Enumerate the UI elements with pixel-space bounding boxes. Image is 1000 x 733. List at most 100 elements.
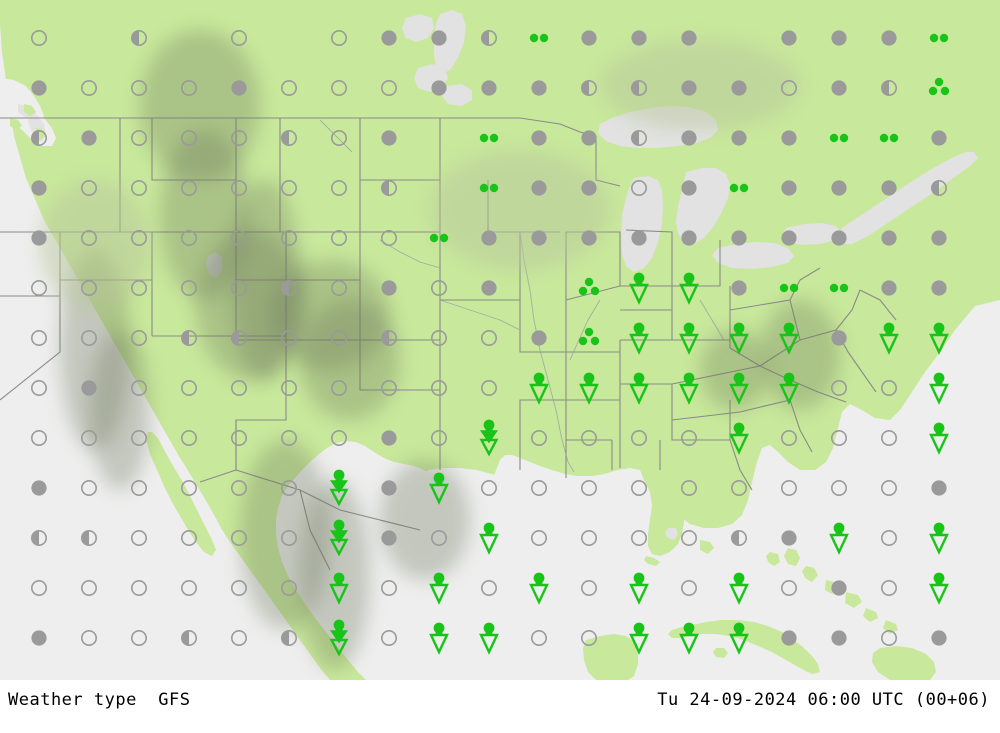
clear-sky-circle-icon xyxy=(228,227,250,249)
rain-shower-single-triangle-icon xyxy=(426,571,452,605)
overcast-circle-icon xyxy=(778,527,800,549)
overcast-circle-icon xyxy=(478,77,500,99)
overcast-circle-icon xyxy=(878,277,900,299)
overcast-circle-icon xyxy=(78,127,100,149)
overcast-circle-icon xyxy=(28,77,50,99)
rain-shower-single-triangle-icon xyxy=(576,371,602,405)
clear-sky-circle-icon xyxy=(128,427,150,449)
clear-sky-circle-icon xyxy=(228,127,250,149)
clear-sky-circle-icon xyxy=(78,477,100,499)
clear-sky-circle-icon xyxy=(678,577,700,599)
clear-sky-circle-icon xyxy=(578,527,600,549)
overcast-circle-icon xyxy=(728,127,750,149)
clear-sky-circle-icon xyxy=(728,477,750,499)
clear-sky-circle-icon xyxy=(478,577,500,599)
heavy-rain-shower-double-triangle-icon xyxy=(326,469,352,507)
forecast-map[interactable] xyxy=(0,0,1000,680)
overcast-circle-icon xyxy=(478,227,500,249)
clear-sky-circle-icon xyxy=(628,427,650,449)
overcast-circle-icon xyxy=(828,577,850,599)
overcast-circle-icon xyxy=(828,27,850,49)
overcast-circle-icon xyxy=(878,177,900,199)
clear-sky-circle-icon xyxy=(528,627,550,649)
clear-sky-circle-icon xyxy=(328,327,350,349)
rain-shower-single-triangle-icon xyxy=(476,621,502,655)
clear-sky-circle-icon xyxy=(278,327,300,349)
light-drizzle-two-dots-icon xyxy=(526,30,552,46)
rain-shower-single-triangle-icon xyxy=(676,271,702,305)
clear-sky-circle-icon xyxy=(178,177,200,199)
overcast-circle-icon xyxy=(478,277,500,299)
rain-shower-single-triangle-icon xyxy=(476,521,502,555)
partly-cloudy-circle-icon xyxy=(728,527,750,549)
overcast-circle-icon xyxy=(528,177,550,199)
rain-shower-single-triangle-icon xyxy=(526,371,552,405)
clear-sky-circle-icon xyxy=(528,477,550,499)
overcast-circle-icon xyxy=(778,177,800,199)
partly-cloudy-circle-icon xyxy=(928,177,950,199)
overcast-circle-icon xyxy=(678,27,700,49)
moderate-drizzle-three-dots-icon xyxy=(576,325,602,351)
clear-sky-circle-icon xyxy=(828,427,850,449)
overcast-circle-icon xyxy=(728,227,750,249)
overcast-circle-icon xyxy=(828,227,850,249)
overcast-circle-icon xyxy=(578,127,600,149)
partly-cloudy-circle-icon xyxy=(478,27,500,49)
clear-sky-circle-icon xyxy=(228,277,250,299)
clear-sky-circle-icon xyxy=(78,177,100,199)
overcast-circle-icon xyxy=(28,227,50,249)
map-footer: Weather type GFS Tu 24-09-2024 06:00 UTC… xyxy=(0,680,1000,733)
clear-sky-circle-icon xyxy=(28,277,50,299)
rain-shower-single-triangle-icon xyxy=(726,571,752,605)
overcast-circle-icon xyxy=(928,277,950,299)
overcast-circle-icon xyxy=(578,227,600,249)
overcast-circle-icon xyxy=(528,327,550,349)
rain-shower-single-triangle-icon xyxy=(626,321,652,355)
rain-shower-single-triangle-icon xyxy=(726,371,752,405)
partly-cloudy-circle-icon xyxy=(28,127,50,149)
parameter-label: Weather type GFS xyxy=(8,690,191,710)
rain-shower-single-triangle-icon xyxy=(926,521,952,555)
overcast-circle-icon xyxy=(828,77,850,99)
clear-sky-circle-icon xyxy=(328,27,350,49)
clear-sky-circle-icon xyxy=(328,177,350,199)
clear-sky-circle-icon xyxy=(628,527,650,549)
overcast-circle-icon xyxy=(878,227,900,249)
overcast-circle-icon xyxy=(728,77,750,99)
clear-sky-circle-icon xyxy=(228,527,250,549)
rain-shower-single-triangle-icon xyxy=(726,321,752,355)
clear-sky-circle-icon xyxy=(578,427,600,449)
clear-sky-circle-icon xyxy=(428,327,450,349)
clear-sky-circle-icon xyxy=(778,77,800,99)
overcast-circle-icon xyxy=(528,227,550,249)
clear-sky-circle-icon xyxy=(128,177,150,199)
clear-sky-circle-icon xyxy=(778,577,800,599)
overcast-circle-icon xyxy=(778,227,800,249)
clear-sky-circle-icon xyxy=(78,277,100,299)
rain-shower-single-triangle-icon xyxy=(926,571,952,605)
light-drizzle-two-dots-icon xyxy=(776,280,802,296)
overcast-circle-icon xyxy=(928,477,950,499)
rain-shower-single-triangle-icon xyxy=(776,371,802,405)
clear-sky-circle-icon xyxy=(678,527,700,549)
partly-cloudy-circle-icon xyxy=(378,327,400,349)
clear-sky-circle-icon xyxy=(878,577,900,599)
overcast-circle-icon xyxy=(378,277,400,299)
light-drizzle-two-dots-icon xyxy=(476,180,502,196)
overcast-circle-icon xyxy=(578,177,600,199)
rain-shower-single-triangle-icon xyxy=(726,421,752,455)
clear-sky-circle-icon xyxy=(78,77,100,99)
clear-sky-circle-icon xyxy=(778,427,800,449)
light-drizzle-two-dots-icon xyxy=(876,130,902,146)
overcast-circle-icon xyxy=(828,327,850,349)
overcast-circle-icon xyxy=(678,177,700,199)
clear-sky-circle-icon xyxy=(628,177,650,199)
clear-sky-circle-icon xyxy=(678,477,700,499)
rain-shower-single-triangle-icon xyxy=(426,471,452,505)
clear-sky-circle-icon xyxy=(228,577,250,599)
clear-sky-circle-icon xyxy=(878,627,900,649)
clear-sky-circle-icon xyxy=(878,477,900,499)
clear-sky-circle-icon xyxy=(228,177,250,199)
clear-sky-circle-icon xyxy=(78,577,100,599)
overcast-circle-icon xyxy=(778,627,800,649)
